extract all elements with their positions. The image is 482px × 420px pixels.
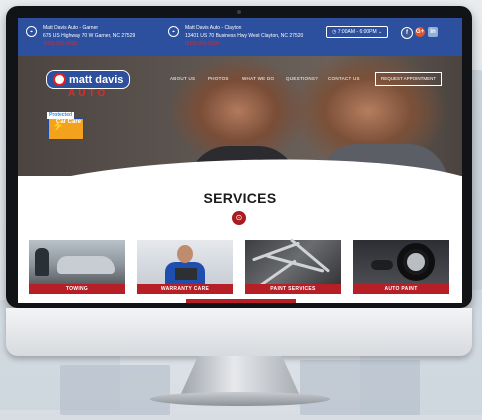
location-phone[interactable]: (919) 000-0000 [43,40,135,48]
nav-questions[interactable]: QUESTIONS? [286,76,318,81]
linkedin-icon[interactable]: in [428,27,438,37]
towing-image [29,240,125,284]
google-plus-icon[interactable]: G+ [415,27,425,37]
person-head-shape [177,245,193,263]
chevron-down-icon: ⌄ [378,29,383,35]
service-card-label: PAINT SERVICES [245,284,341,294]
location-garner[interactable]: ⌖ Matt Davis Auto - Garner 675 US Highwa… [26,24,135,48]
camera-icon [237,10,241,14]
hours-dropdown[interactable]: ◷ 7:00AM - 6:00PM ⌄ [326,26,389,38]
monitor-chin [6,308,472,356]
location-phone[interactable]: (919) 000-0000 [185,40,303,48]
services-heading: SERVICES [203,190,277,206]
background-sheet [60,365,170,415]
lightning-icon: ⚡ [52,121,65,132]
nav-what-we-do[interactable]: WHAT WE DO [242,76,274,81]
location-pin-icon: ⌖ [26,26,37,37]
hand-shape [371,260,393,270]
wrench-shape [265,254,325,273]
location-clayton[interactable]: ⌖ Matt Davis Auto - Clayton 13401 US 70 … [168,24,303,48]
website-screen: ⌖ Matt Davis Auto - Garner 675 US Highwa… [18,18,462,303]
service-card-warranty-care[interactable]: WARRANTY CARE [137,240,233,295]
logo-subtitle: AUTO [68,88,109,99]
location-address: 13401 US 70 Business Hwy West Clayton, N… [185,33,304,39]
next-section-peek [186,299,296,303]
monitor-base [150,392,330,406]
logo-text: matt davis [69,73,124,86]
tools-image [245,238,341,288]
clock-icon: ◷ [332,29,337,35]
hours-label: 7:00AM - 6:00PM [337,29,377,35]
hero-banner: matt davis AUTO Protected ⚡ Car Care ABO… [18,56,462,176]
location-pin-icon: ⌖ [168,26,179,37]
background-sheet [300,360,420,415]
monitor-bezel: ⌖ Matt Davis Auto - Garner 675 US Highwa… [6,6,472,308]
location-name: Matt Davis Auto - Garner [43,25,99,31]
tire-image [353,240,449,284]
steering-wheel-icon: ⊙ [232,211,246,225]
person-shape [35,248,49,276]
protected-label: Protected [47,112,75,119]
facebook-icon[interactable]: f [401,27,413,39]
site-logo[interactable]: matt davis AUTO [46,70,131,99]
nav-contact-us[interactable]: CONTACT US [328,76,360,81]
request-appointment-button[interactable]: REQUEST APPOINTMENT [375,72,443,86]
service-card-towing[interactable]: TOWING [29,240,125,295]
warranty-care-image [137,240,233,284]
service-card-auto-paint[interactable]: AUTO PAINT [353,240,449,295]
nav-photos[interactable]: PHOTOS [208,76,229,81]
rim-shape [407,253,425,271]
service-card-label: WARRANTY CARE [137,284,233,294]
car-shape [57,256,115,274]
car-care-badge: Protected ⚡ Car Care [47,112,84,140]
location-name: Matt Davis Auto - Clayton [185,25,242,31]
monitor-stand [180,356,300,396]
location-address: 675 US Highway 70 W Garner, NC 27529 [43,33,136,39]
service-card-label: TOWING [29,284,125,294]
top-info-bar: ⌖ Matt Davis Auto - Garner 675 US Highwa… [18,18,462,56]
service-card-label: AUTO PAINT [353,284,449,294]
nav-about-us[interactable]: ABOUT US [170,76,195,81]
steering-wheel-icon [53,73,66,86]
service-card-paint-services[interactable]: PAINT SERVICES [245,238,341,295]
tablet-shape [175,268,197,280]
